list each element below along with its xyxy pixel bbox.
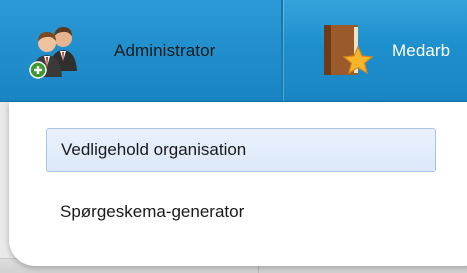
menu-item-vedligehold-organisation[interactable]: Vedligehold organisation bbox=[46, 128, 436, 172]
administrator-dropdown-menu: Vedligehold organisation Spørgeskema-gen… bbox=[9, 102, 467, 266]
top-navbar: Administrator Medarb bbox=[0, 0, 467, 102]
users-add-icon bbox=[26, 21, 86, 81]
app-window: Administrator Medarb Vedligehold organis… bbox=[0, 0, 467, 273]
menu-item-label: Vedligehold organisation bbox=[61, 140, 247, 159]
menu-item-spoergeskema-generator[interactable]: Spørgeskema-generator bbox=[46, 190, 436, 234]
nav-divider bbox=[281, 0, 283, 101]
nav-item-administrator-label: Administrator bbox=[114, 40, 216, 60]
nav-item-medarb-label: Medarb bbox=[392, 40, 451, 60]
nav-item-medarb[interactable]: Medarb bbox=[284, 0, 467, 101]
menu-item-label: Spørgeskema-generator bbox=[60, 202, 245, 221]
book-star-icon bbox=[318, 21, 378, 81]
nav-item-administrator[interactable]: Administrator bbox=[0, 0, 281, 101]
